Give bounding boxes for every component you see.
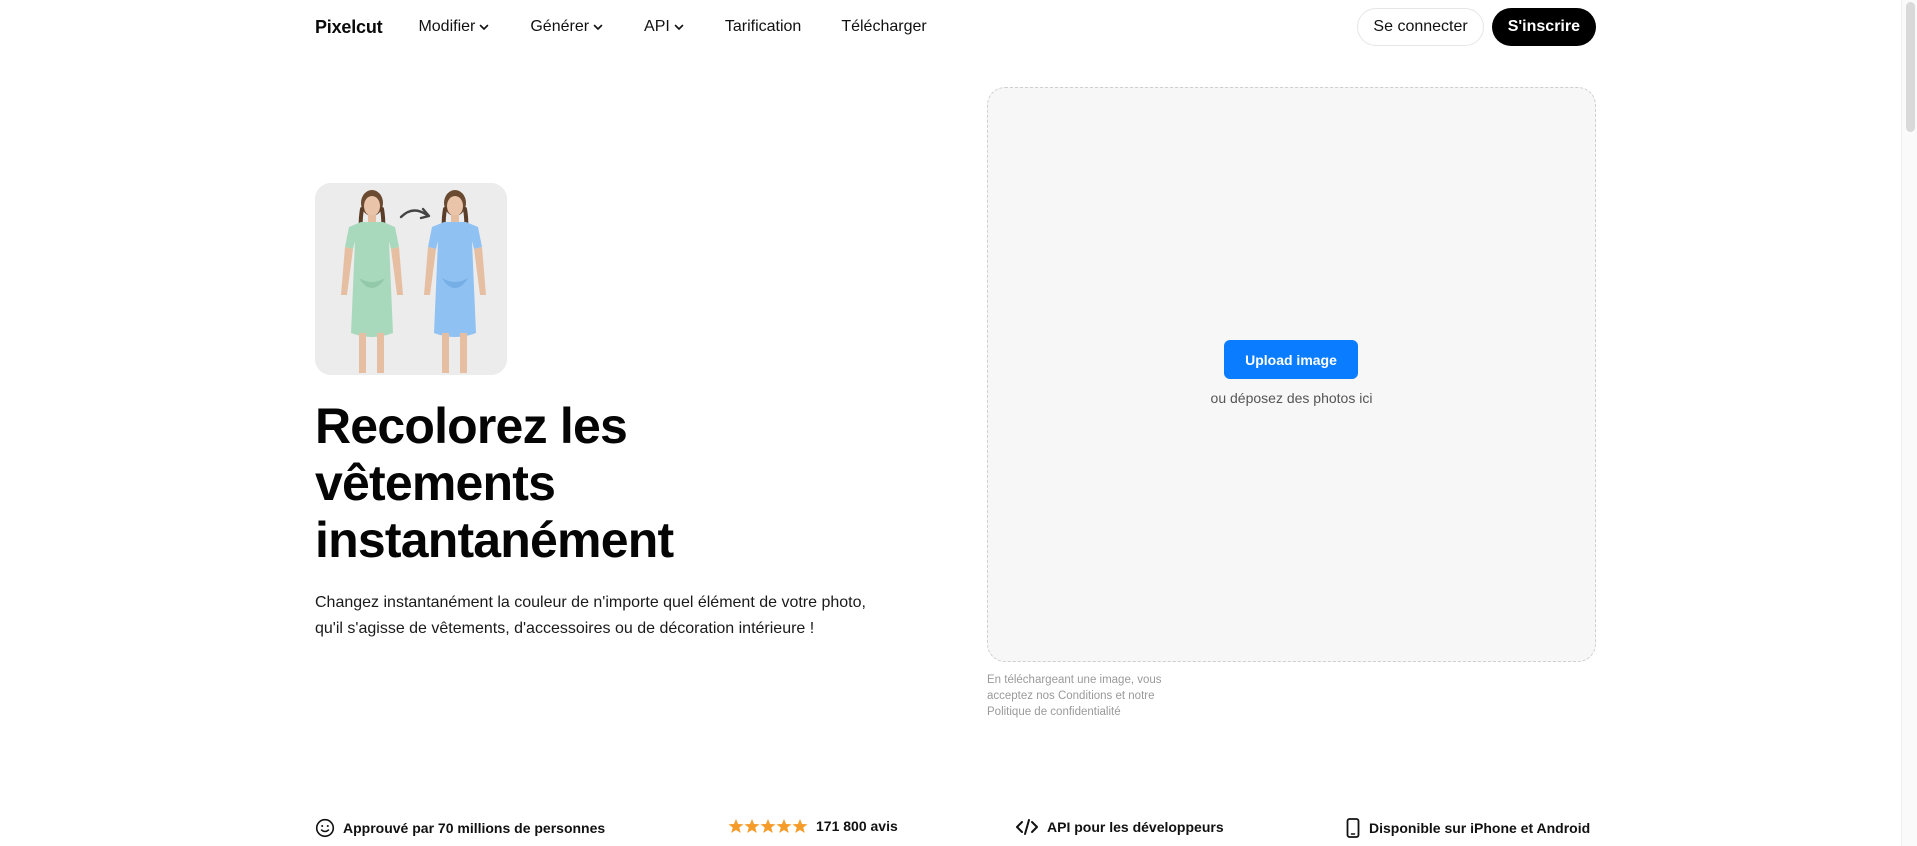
feature-mobile: Disponible sur iPhone et Android: [1345, 818, 1590, 838]
chevron-down-icon: [674, 24, 684, 30]
feature-api: API pour les développeurs: [1015, 818, 1224, 836]
signup-button[interactable]: S'inscrire: [1491, 8, 1596, 46]
phone-icon: [1346, 818, 1360, 838]
nav-item-label: Tarification: [724, 18, 802, 35]
feature-reviews: 171 800 avis: [728, 818, 898, 834]
top-nav: Pixelcut Modifier Générer API Tarificati…: [315, 0, 1596, 54]
page: Pixelcut Modifier Générer API Tarificati…: [315, 0, 1596, 846]
page-scrollbar[interactable]: [1901, 0, 1917, 846]
code-icon: [1016, 819, 1038, 835]
chevron-down-icon: [480, 24, 489, 30]
feature-label: API pour les développeurs: [1047, 819, 1224, 835]
drop-hint: ou déposez des photos ici: [1210, 390, 1373, 406]
feature-label: Approuvé par 70 millions de personnes: [343, 820, 606, 836]
nav-item-telecharger[interactable]: Télécharger: [841, 18, 926, 36]
terms-notice: En téléchargeant une image, vous accepte…: [987, 674, 1162, 718]
login-button[interactable]: Se connecter: [1357, 8, 1484, 46]
scrollbar-thumb[interactable]: [1906, 2, 1915, 132]
smile-icon: [315, 818, 335, 838]
stars-icon: [728, 819, 808, 833]
nav-links: Modifier Générer API Tarification Téléch…: [418, 18, 966, 36]
page-subtitle: Changez instantanément la couleur de n'i…: [315, 594, 866, 637]
nav-item-generer[interactable]: Générer: [530, 18, 604, 36]
nav-item-label: Télécharger: [841, 18, 927, 35]
nav-actions: Se connecter S'inscrire: [1357, 8, 1596, 46]
feature-label: Disponible sur iPhone et Android: [1369, 820, 1591, 836]
logo[interactable]: Pixelcut: [315, 17, 383, 38]
feature-strip: Approuvé par 70 millions de personnes 17…: [315, 818, 1596, 840]
nav-item-label: Générer: [530, 18, 590, 35]
nav-item-modifier[interactable]: Modifier: [418, 18, 490, 36]
recolor-example-image: [315, 183, 507, 375]
feature-trusted: Approuvé par 70 millions de personnes: [315, 818, 605, 838]
nav-item-label: Modifier: [418, 18, 476, 35]
nav-item-label: API: [644, 18, 670, 35]
nav-item-tarification[interactable]: Tarification: [725, 18, 801, 36]
recolor-illustration: [315, 183, 507, 375]
feature-label: 171 800 avis: [816, 818, 898, 834]
upload-dropzone[interactable]: Upload image ou déposez des photos ici: [987, 87, 1596, 662]
nav-item-api[interactable]: API: [644, 18, 685, 36]
chevron-down-icon: [593, 24, 603, 30]
upload-image-button[interactable]: Upload image: [1224, 340, 1358, 379]
page-title: Recolorez les vêtements instantanément: [315, 398, 674, 568]
